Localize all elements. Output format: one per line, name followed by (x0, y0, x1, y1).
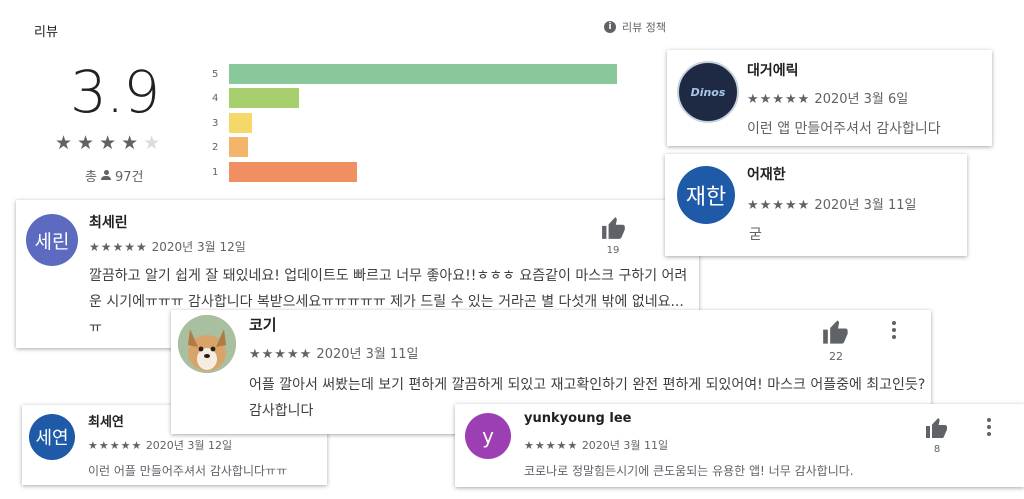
review-card: Dinos 대거에릭 ★★★★★ 2020년 3월 6일 이런 앱 만들어주셔서… (667, 50, 992, 146)
review-meta: ★★★★★ 2020년 3월 11일 (249, 343, 418, 362)
rating-bar-label: 5 (212, 68, 219, 80)
review-meta: ★★★★★ 2020년 3월 6일 (747, 88, 908, 107)
rating-bar-row: 3 (212, 112, 252, 134)
total-reviews: 총 97건 (85, 166, 143, 185)
reviewer-name: 어재한 (747, 167, 786, 183)
total-count: 97건 (114, 170, 144, 185)
total-prefix: 총 (85, 170, 97, 185)
review-stars: ★★★★★ (747, 92, 811, 107)
reviewer-name: 대거에릭 (747, 63, 799, 79)
reviewer-name: 코기 (249, 316, 277, 334)
review-meta: ★★★★★ 2020년 3월 12일 (88, 437, 232, 453)
review-meta: ★★★★★ 2020년 3월 12일 (89, 238, 246, 255)
rating-bar-label: 1 (212, 166, 219, 178)
thumbs-up-icon[interactable] (925, 417, 949, 443)
review-text: 이런 앱 만들어주셔서 감사합니다 (747, 121, 941, 137)
likes-count: 19 (606, 245, 620, 256)
person-icon (100, 170, 111, 181)
reviewer-name: yunkyoung lee (524, 411, 632, 426)
review-stars: ★★★★★ (524, 439, 579, 452)
filled-stars: ★★★★ (55, 132, 144, 154)
rating-bar (229, 137, 248, 157)
rating-bar (229, 162, 357, 182)
review-date: 2020년 3월 11일 (814, 198, 917, 213)
review-meta: ★★★★★ 2020년 3월 11일 (524, 437, 668, 453)
review-card: 재한 어재한 ★★★★★ 2020년 3월 11일 굳 (665, 154, 967, 256)
avatar: 세린 (26, 214, 78, 266)
review-date: 2020년 3월 12일 (151, 240, 246, 254)
review-stars: ★★★★★ (88, 439, 143, 452)
review-date: 2020년 3월 6일 (814, 92, 909, 107)
review-date: 2020년 3월 12일 (145, 439, 233, 452)
review-stars: ★★★★★ (89, 240, 148, 254)
rating-bar-label: 4 (212, 92, 219, 104)
rating-bar-label: 3 (212, 117, 219, 129)
avatar: 세연 (29, 414, 75, 460)
rating-bar-row: 2 (212, 136, 248, 158)
rating-bar (229, 88, 299, 108)
empty-star: ★ (143, 132, 166, 154)
review-stars: ★★★★★ (249, 347, 313, 362)
thumbs-up-icon[interactable] (822, 319, 850, 349)
rating-bar-row: 4 (212, 87, 299, 109)
review-text: 굳 (749, 227, 762, 243)
reviews-section-title: 리뷰 (34, 25, 58, 40)
reviewer-name: 최세린 (89, 215, 128, 231)
avatar: 재한 (677, 166, 735, 224)
likes-count: 8 (933, 444, 941, 455)
review-date: 2020년 3월 11일 (581, 439, 669, 452)
team-logo-avatar: Dinos (677, 61, 739, 123)
dog-photo-avatar (178, 315, 236, 373)
rating-bar (229, 64, 617, 84)
review-card: y yunkyoung lee ★★★★★ 2020년 3월 11일 코로나로 … (455, 404, 1024, 487)
more-options-icon[interactable] (987, 418, 991, 436)
rating-bar (229, 113, 252, 133)
more-options-icon[interactable] (892, 321, 896, 339)
rating-bar-row: 5 (212, 63, 617, 85)
thumbs-up-icon[interactable] (601, 216, 627, 244)
average-rating-stars: ★★★★★ (55, 132, 165, 154)
review-policy-label: 리뷰 정책 (622, 21, 666, 34)
rating-bar-label: 2 (212, 141, 219, 153)
reviewer-name: 최세연 (88, 415, 124, 430)
review-text: 이런 어플 만들어주셔서 감사합니다ㅠㅠ (88, 464, 288, 478)
review-date: 2020년 3월 11일 (316, 347, 419, 362)
average-rating: 3.9 (70, 58, 160, 126)
rating-bar-row: 1 (212, 161, 357, 183)
review-text: 코로나로 정말힘든시기에 큰도움되는 유용한 앱! 너무 감사합니다. (524, 464, 854, 478)
review-policy-link[interactable]: i 리뷰 정책 (604, 19, 666, 35)
likes-count: 22 (829, 350, 843, 363)
info-icon: i (604, 21, 616, 33)
review-meta: ★★★★★ 2020년 3월 11일 (747, 194, 916, 213)
review-stars: ★★★★★ (747, 198, 811, 213)
avatar: y (465, 413, 511, 459)
